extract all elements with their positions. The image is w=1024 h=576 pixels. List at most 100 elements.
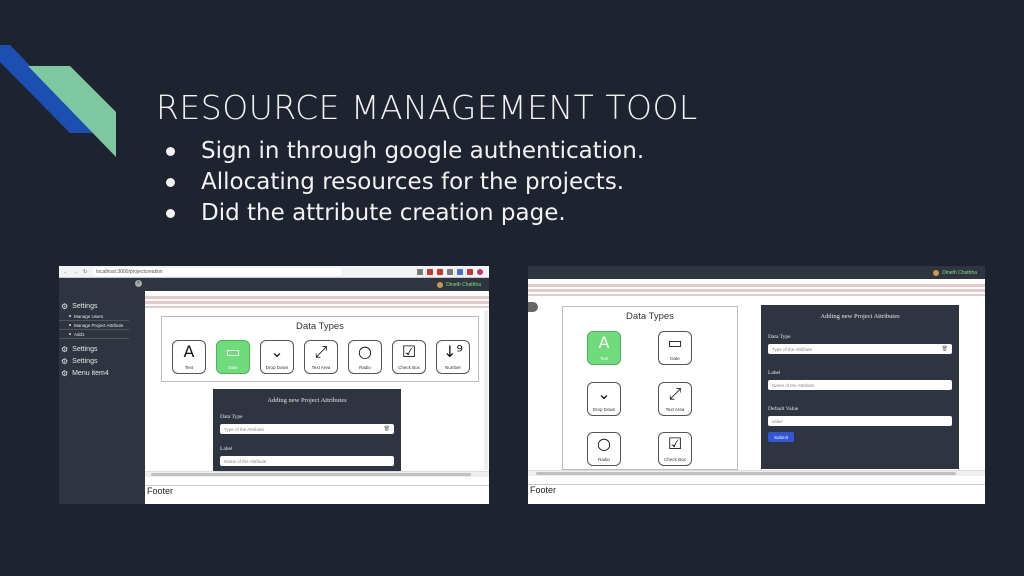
vertical-scrollbar[interactable] <box>484 310 488 470</box>
reload-icon[interactable]: ↻ <box>83 269 87 275</box>
extension-icon[interactable] <box>437 268 443 275</box>
sidebar-subitem-manage-project-attribute[interactable]: Manage Project Attribute <box>59 321 129 330</box>
tile-label: Drop Down <box>265 365 289 370</box>
slide-bullet-list: Sign in through google authentication. A… <box>166 136 644 229</box>
sidebar: × ⚙ Settings Manage Users Manage Project … <box>59 278 145 504</box>
avatar[interactable] <box>437 281 444 288</box>
text-icon: A <box>183 342 195 361</box>
sidebar-item-menu-item4[interactable]: ⚙ Menu item4 <box>59 367 145 379</box>
gear-icon: ⚙ <box>61 301 69 311</box>
scroll-thumb[interactable] <box>151 473 471 476</box>
bullet-icon <box>69 315 71 317</box>
slide-corner-decoration <box>0 45 116 157</box>
extension-icon[interactable] <box>457 268 463 275</box>
bullet-item: Sign in through google authentication. <box>166 136 644 167</box>
tile-label: Text Area <box>665 407 685 412</box>
tile-number[interactable]: ↓⁹ Number <box>436 340 470 374</box>
radio-icon: ○ <box>358 342 372 361</box>
horizontal-scrollbar[interactable] <box>528 470 985 476</box>
attribute-form-panel: Adding new Project Attributes Data Type … <box>213 389 401 471</box>
user-name[interactable]: Dineth Chathha <box>942 270 977 276</box>
star-icon[interactable] <box>417 268 423 275</box>
top-user-bar: Dineth Chathha <box>145 278 489 291</box>
bullet-dot <box>166 209 175 218</box>
page-footer: Footer <box>528 484 985 504</box>
radio-icon: ○ <box>597 434 611 453</box>
avatar[interactable] <box>933 269 940 276</box>
gear-icon: ⚙ <box>61 356 69 366</box>
tile-text[interactable]: A Text <box>587 331 621 365</box>
number-icon: ↓⁹ <box>443 342 463 361</box>
back-icon[interactable]: ← <box>63 269 68 275</box>
tile-drop-down[interactable]: ⌄ Drop Down <box>260 340 294 374</box>
bullet-dot <box>166 178 175 187</box>
label-input[interactable]: Name of the Attribute <box>768 380 952 390</box>
tile-label: Text <box>599 356 609 361</box>
bullet-icon <box>69 333 71 335</box>
scroll-thumb[interactable] <box>536 472 956 475</box>
tile-check-box[interactable]: ☑ Check Box <box>658 432 692 466</box>
page-footer: Footer <box>145 485 489 504</box>
screenshot-attribute-page-with-sidebar: ← → ↻ localhost:3000/projectcreation × ⚙… <box>59 266 489 504</box>
header-stripes <box>528 282 985 296</box>
default-value-label: Default Value <box>768 406 799 412</box>
extension-icon[interactable] <box>427 268 433 275</box>
tile-text-area[interactable]: ⤢ Text Area <box>304 340 338 374</box>
tile-label: Date <box>670 356 680 361</box>
tile-check-box[interactable]: ☑ Check Box <box>392 340 426 374</box>
tile-drop-down[interactable]: ⌄ Drop Down <box>587 382 621 416</box>
tile-text[interactable]: A Text <box>172 340 206 374</box>
sidebar-subitem-manage-users[interactable]: Manage Users <box>59 312 129 321</box>
close-icon[interactable]: × <box>135 280 142 287</box>
sidebar-toggle[interactable] <box>528 302 538 312</box>
browser-toolbar: ← → ↻ localhost:3000/projectcreation <box>59 266 489 278</box>
trash-icon[interactable]: 🗑 <box>942 346 948 352</box>
tile-date[interactable]: ▭ Date <box>216 340 250 374</box>
form-heading: Adding new Project Attributes <box>267 397 347 404</box>
tile-date[interactable]: ▭ Date <box>658 331 692 365</box>
tile-label: Number <box>444 365 461 370</box>
data-type-label: Data Type <box>768 334 791 340</box>
sidebar-item-settings-2[interactable]: ⚙ Settings <box>59 343 145 355</box>
user-name[interactable]: Dineth Chathha <box>446 282 481 288</box>
profile-icon[interactable] <box>477 268 483 275</box>
label-input[interactable]: Name of the Attribute <box>220 456 394 466</box>
tile-radio[interactable]: ○ Radio <box>587 432 621 466</box>
sidebar-item-settings[interactable]: ⚙ Settings <box>59 300 145 312</box>
date-icon: ▭ <box>225 342 241 361</box>
bullet-item: Did the attribute creation page. <box>166 198 644 229</box>
dropdown-icon: ⌄ <box>597 384 611 403</box>
form-heading: Adding new Project Attributes <box>820 313 900 320</box>
sidebar-menu: ⚙ Settings Manage Users Manage Project At… <box>59 300 145 379</box>
tile-text-area[interactable]: ⤢ Text Area <box>658 382 692 416</box>
dropdown-icon: ⌄ <box>270 342 284 361</box>
forward-icon[interactable]: → <box>73 269 78 275</box>
sidebar-subitem-add1[interactable]: Add1 <box>59 330 129 339</box>
data-type-select[interactable]: Type of the Attribute 🗑 <box>768 344 952 354</box>
textarea-icon: ⤢ <box>668 384 682 403</box>
extension-icons <box>417 268 489 275</box>
label-label: Label <box>220 446 233 452</box>
horizontal-scrollbar[interactable] <box>145 471 489 477</box>
textarea-icon: ⤢ <box>314 342 328 361</box>
checkbox-icon: ☑ <box>667 434 683 453</box>
trash-icon[interactable]: 🗑 <box>384 426 390 432</box>
data-type-label: Data Type <box>220 414 243 420</box>
data-types-title: Data Types <box>296 321 344 332</box>
attribute-form-panel: Adding new Project Attributes Data Type … <box>761 305 959 469</box>
address-bar[interactable]: localhost:3000/projectcreation <box>92 267 343 276</box>
tile-label: Text Area <box>311 365 331 370</box>
extension-icon[interactable] <box>467 268 473 275</box>
screenshot-attribute-page: Dineth Chathha Data Types Adding new Pro… <box>528 266 985 504</box>
default-value-input[interactable]: value <box>768 416 952 426</box>
sidebar-item-settings-3[interactable]: ⚙ Settings <box>59 355 145 367</box>
tile-label: Check Box <box>398 365 420 370</box>
tile-label: Date <box>228 365 238 370</box>
bullet-dot <box>166 147 175 156</box>
data-type-select[interactable]: Type of the Attribute 🗑 <box>220 424 394 434</box>
tile-label: Radio <box>598 457 610 462</box>
top-user-bar: Dineth Chathha <box>528 266 985 279</box>
tile-radio[interactable]: ○ Radio <box>348 340 382 374</box>
extension-icon[interactable] <box>447 268 453 275</box>
submit-button[interactable]: Submit <box>768 432 794 442</box>
